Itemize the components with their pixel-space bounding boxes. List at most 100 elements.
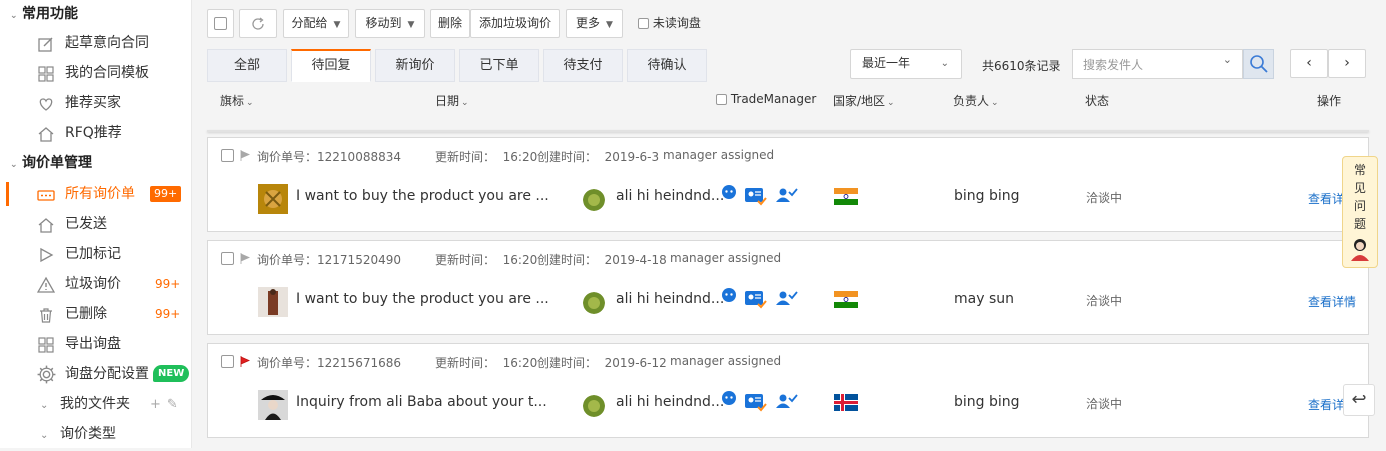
folder-my-folders[interactable]: ⌄ 我的文件夹	[40, 389, 130, 419]
folder-inquiry-types[interactable]: ⌄ 询价类型	[40, 419, 116, 449]
sidebar-item-recommended-buyers[interactable]: 推荐买家	[0, 88, 191, 118]
country-flag-icon	[834, 188, 858, 205]
sender-search-input[interactable]: 搜索发件人 ⌄	[1072, 49, 1243, 79]
chevron-down-icon: ⌄	[10, 11, 18, 21]
chevron-down-icon: ⌄	[1222, 53, 1232, 66]
folder-add-edit-icons[interactable]: +✎	[150, 397, 184, 412]
inquiry-card[interactable]: 询价单号：12215671686 更新时间： 16:20 创建时间： 2019-…	[207, 343, 1369, 438]
unread-label: 未读询盘	[652, 16, 701, 30]
row-checkbox[interactable]	[221, 149, 234, 162]
inquiry-subject[interactable]: I want to buy the product you are ...	[296, 291, 549, 307]
period-select[interactable]: 最近一年 ⌄	[850, 49, 962, 79]
col-date[interactable]: 日期 ⌄	[435, 92, 469, 109]
unread-filter[interactable]: 未读询盘	[638, 14, 701, 31]
inquiry-card[interactable]: 询价单号：12171520490 更新时间： 16:20 创建时间： 2019-…	[207, 240, 1369, 335]
sidebar-item-deleted[interactable]: 已删除 99+	[0, 299, 191, 329]
tab-ordered[interactable]: 已下单	[459, 49, 539, 82]
sidebar-item-distribution-settings[interactable]: 询盘分配设置 NEW	[0, 359, 191, 389]
move-to-button[interactable]: 移动到 ▼	[355, 9, 425, 38]
tab-pending-reply[interactable]: 待回复	[291, 49, 371, 82]
sidebar-item-flagged[interactable]: 已加标记	[0, 239, 191, 269]
new-badge: NEW	[153, 365, 190, 382]
order-number: 询价单号：12171520490	[257, 251, 401, 268]
sidebar-item-label: 已加标记	[65, 246, 121, 262]
col-country[interactable]: 国家/地区 ⌄	[833, 92, 895, 109]
tab-new-inquiry[interactable]: 新询价	[375, 49, 455, 82]
sidebar-item-label: 导出询盘	[65, 336, 121, 352]
assign-to-button[interactable]: 分配给 ▼	[283, 9, 349, 38]
add-spam-button[interactable]: 添加垃圾询价	[470, 9, 560, 38]
product-thumbnail[interactable]	[258, 390, 288, 420]
buyer-name[interactable]: ali hi heindnd...	[616, 394, 724, 410]
undo-icon: ↩	[1351, 389, 1367, 410]
trademanager-icons[interactable]	[721, 184, 807, 208]
more-button[interactable]: 更多 ▼	[566, 9, 623, 38]
sidebar-item-all-inquiries[interactable]: 所有询价单 99+	[0, 179, 191, 209]
faq-widget[interactable]: 常 见 问 题	[1342, 156, 1378, 268]
product-thumbnail[interactable]	[258, 287, 288, 317]
flag-icon[interactable]	[240, 356, 250, 367]
chevron-down-icon: ⌄	[461, 98, 469, 108]
sidebar-item-draft-contract[interactable]: 起草意向合同	[0, 28, 191, 58]
country-flag-icon	[834, 394, 858, 411]
col-status: 状态	[1085, 94, 1110, 108]
col-action: 操作	[1317, 94, 1342, 108]
trash-icon	[40, 308, 52, 323]
trademanager-icons[interactable]	[721, 390, 807, 414]
count-badge: 99+	[155, 307, 181, 321]
col-label: 国家/地区	[833, 94, 886, 108]
inquiry-card[interactable]: 询价单号：12210088834 更新时间： 16:20 创建时间： 2019-…	[207, 137, 1369, 232]
row-checkbox[interactable]	[221, 252, 234, 265]
create-value: 2019-6-12	[604, 356, 667, 370]
search-button[interactable]	[1243, 49, 1274, 79]
product-thumbnail[interactable]	[258, 184, 288, 214]
grid-icon	[38, 337, 54, 353]
back-to-top-button[interactable]: ↩	[1343, 384, 1375, 416]
play-icon	[40, 247, 54, 263]
select-all-checkbox[interactable]	[207, 9, 234, 38]
tab-pending-payment[interactable]: 待支付	[543, 49, 623, 82]
inquiry-subject[interactable]: I want to buy the product you are ...	[296, 188, 549, 204]
col-owner[interactable]: 负责人 ⌄	[953, 92, 999, 109]
col-flag[interactable]: 旗标 ⌄	[220, 92, 254, 109]
flag-icon[interactable]	[240, 150, 250, 161]
row-checkbox[interactable]	[221, 355, 234, 368]
folder-label: 我的文件夹	[60, 396, 130, 412]
record-count: 共6610条记录	[982, 59, 1061, 73]
buyer-name[interactable]: ali hi heindnd...	[616, 188, 724, 204]
create-label: 创建时间：	[537, 253, 598, 267]
sidebar-item-sent[interactable]: 已发送	[0, 209, 191, 239]
tab-pending-confirm[interactable]: 待确认	[627, 49, 707, 82]
tab-all[interactable]: 全部	[207, 49, 287, 82]
flag-icon[interactable]	[240, 253, 250, 264]
sidebar-item-spam[interactable]: 垃圾询价 99+	[0, 269, 191, 299]
col-label: 负责人	[953, 94, 990, 108]
assign-label: 分配给	[291, 16, 328, 30]
update-time: 更新时间： 16:20	[435, 251, 537, 268]
sidebar-item-label: 我的合同模板	[65, 65, 149, 81]
create-time: 创建时间： 2019-4-18	[537, 251, 667, 268]
buyer-name[interactable]: ali hi heindnd...	[616, 291, 724, 307]
prev-page-button[interactable]: ‹	[1290, 49, 1328, 78]
sidebar-item-contract-templates[interactable]: 我的合同模板	[0, 58, 191, 88]
section-common[interactable]: ⌄ 常用功能	[10, 2, 78, 26]
tm-checkbox[interactable]	[716, 94, 727, 105]
section-inquiry-management[interactable]: ⌄ 询价单管理	[10, 151, 92, 175]
sidebar-item-label: 所有询价单	[65, 186, 135, 202]
refresh-button[interactable]	[239, 9, 277, 38]
sidebar-item-export[interactable]: 导出询盘	[0, 329, 191, 359]
sidebar-item-label: 推荐买家	[65, 95, 121, 111]
inbox-icon	[37, 190, 55, 201]
col-trademanager[interactable]: TradeManager	[716, 92, 816, 106]
view-detail-link[interactable]: 查看详情	[1308, 293, 1356, 310]
move-label: 移动到	[365, 16, 402, 30]
sidebar-item-rfq[interactable]: RFQ推荐	[0, 118, 191, 148]
next-page-button[interactable]: ›	[1328, 49, 1366, 78]
update-label: 更新时间：	[435, 150, 496, 164]
sidebar-item-label: 已发送	[65, 216, 107, 232]
trademanager-icons[interactable]	[721, 287, 807, 311]
inquiry-subject[interactable]: Inquiry from ali Baba about your t...	[296, 394, 547, 410]
delete-button[interactable]: 删除	[430, 9, 470, 38]
unread-checkbox[interactable]	[638, 18, 649, 29]
sidebar-item-label: 垃圾询价	[65, 276, 121, 292]
